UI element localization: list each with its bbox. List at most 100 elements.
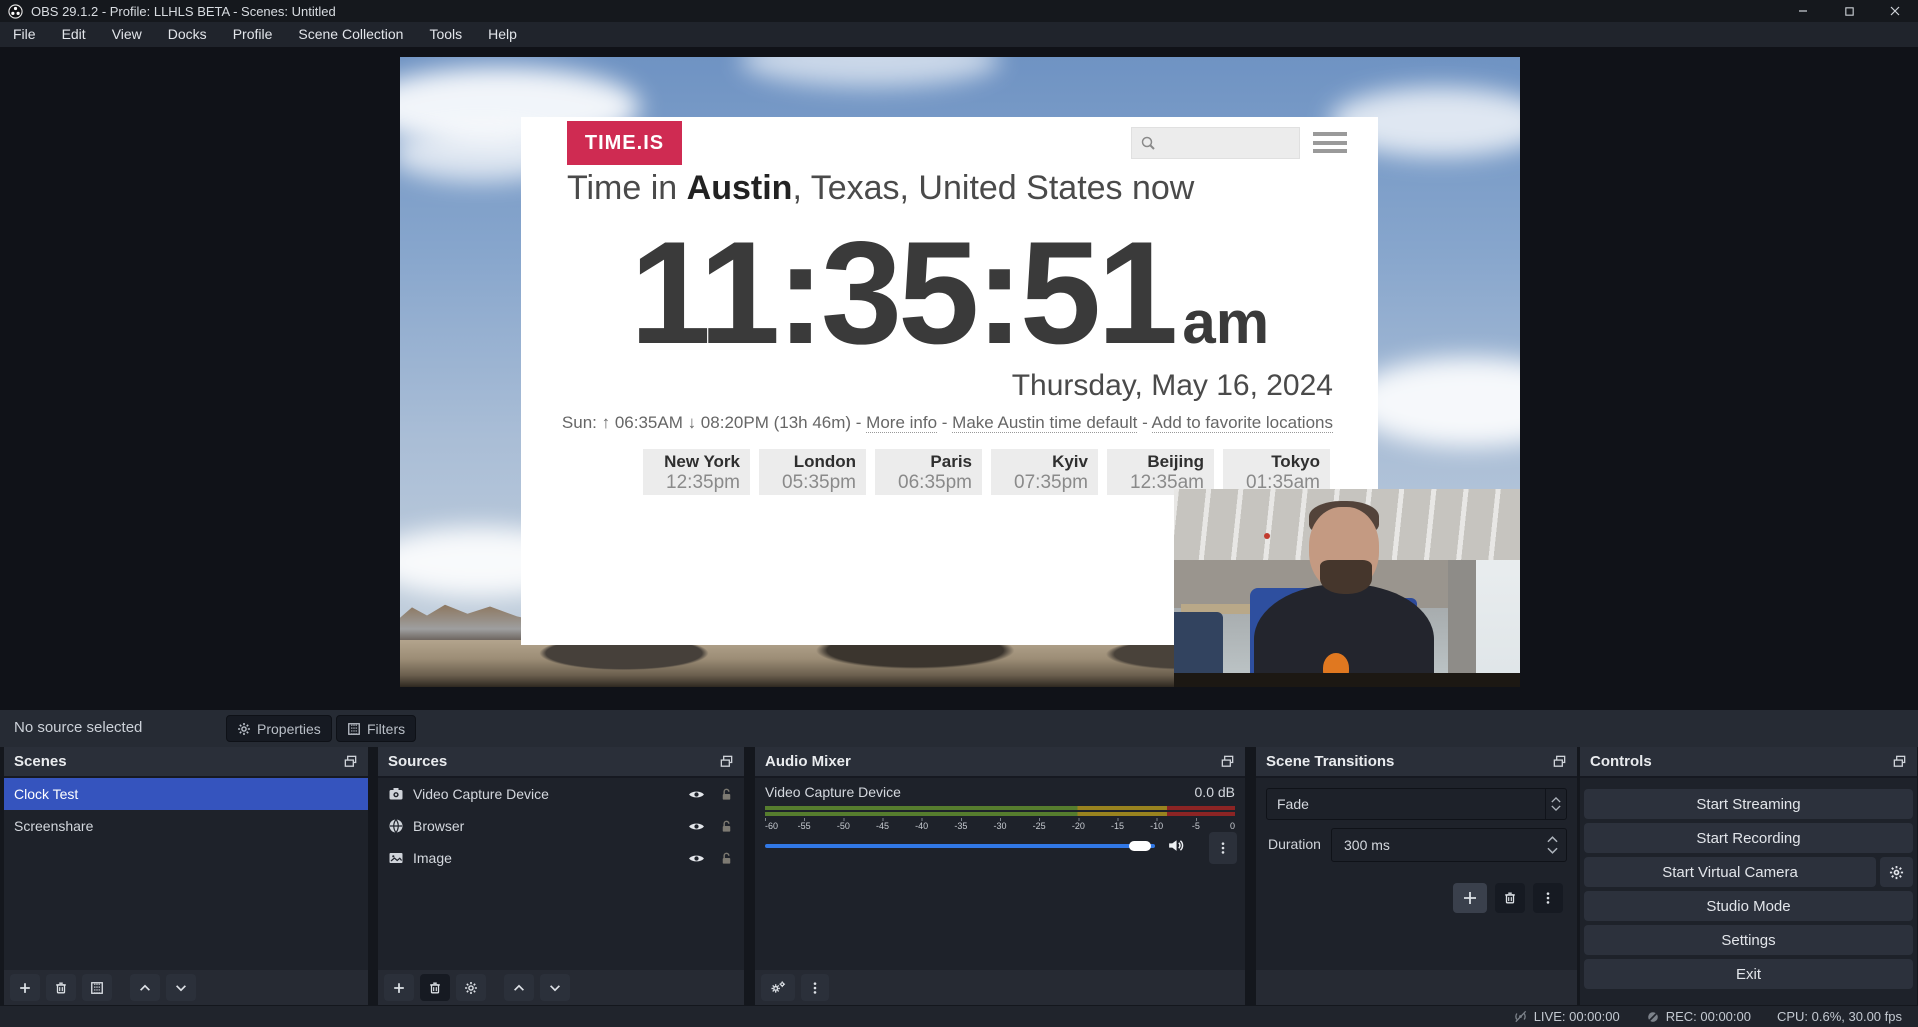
settings-button[interactable]: Settings — [1584, 925, 1913, 955]
menu-edit[interactable]: Edit — [49, 22, 99, 47]
lock-icon[interactable] — [719, 787, 734, 802]
scene-down-button[interactable] — [166, 974, 196, 1001]
scene-up-button[interactable] — [130, 974, 160, 1001]
audio-mixer-title: Audio Mixer — [765, 753, 851, 770]
transition-select[interactable]: Fade — [1266, 788, 1567, 820]
eye-icon[interactable] — [688, 850, 705, 867]
sources-title: Sources — [388, 753, 447, 770]
image-icon — [388, 850, 404, 866]
sun-info: Sun: ↑ 06:35AM ↓ 08:20PM (13h 46m) - Mor… — [562, 413, 1333, 433]
source-toolbar: No source selected Properties Filters — [0, 710, 1918, 747]
scene-filters-button[interactable] — [82, 974, 112, 1001]
world-clock-new-york[interactable]: New York12:35pm — [643, 449, 750, 495]
video-canvas[interactable]: TIME.IS Time in Austin, Texas, United St… — [400, 57, 1520, 687]
menu-file[interactable]: File — [0, 22, 49, 47]
remove-source-button[interactable] — [420, 974, 450, 1001]
speaker-icon[interactable] — [1167, 837, 1184, 854]
dots-icon — [1216, 841, 1230, 855]
add-transition-button[interactable] — [1453, 883, 1487, 913]
source-item-image[interactable]: Image — [378, 842, 744, 874]
start-virtual-camera-button[interactable]: Start Virtual Camera — [1584, 857, 1876, 887]
eye-icon[interactable] — [688, 786, 705, 803]
more-info-link[interactable]: More info — [866, 413, 937, 433]
menu-profile[interactable]: Profile — [220, 22, 286, 47]
source-item-video-capture[interactable]: Video Capture Device — [378, 778, 744, 810]
start-recording-button[interactable]: Start Recording — [1584, 823, 1913, 853]
filter-icon — [347, 722, 361, 736]
exit-button[interactable]: Exit — [1584, 959, 1913, 989]
meter-tick-labels: -60 -55 -50 -45 -40 -35 -30 -25 -20 -15 … — [765, 821, 1235, 831]
scene-item-clock-test[interactable]: Clock Test — [4, 778, 368, 810]
virtual-camera-settings-button[interactable] — [1880, 857, 1913, 887]
preview-area[interactable]: TIME.IS Time in Austin, Texas, United St… — [0, 47, 1918, 710]
scene-transitions-panel: Scene Transitions Fade Duration 300 ms — [1256, 747, 1577, 1005]
transition-options-button[interactable] — [1533, 883, 1563, 913]
plus-icon — [392, 981, 406, 995]
world-clock-kyiv[interactable]: Kyiv07:35pm — [991, 449, 1098, 495]
volume-slider[interactable] — [765, 844, 1155, 848]
menu-help[interactable]: Help — [475, 22, 530, 47]
plus-icon — [1462, 890, 1478, 906]
popout-icon[interactable] — [719, 754, 734, 769]
docks-area: Scenes Clock Test Screenshare Sources Vi… — [0, 747, 1918, 1005]
minimize-icon — [1797, 5, 1809, 17]
filters-button[interactable]: Filters — [336, 715, 416, 742]
close-button[interactable] — [1872, 0, 1918, 22]
popout-icon[interactable] — [343, 754, 358, 769]
source-properties-button[interactable] — [456, 974, 486, 1001]
lock-icon[interactable] — [719, 851, 734, 866]
start-streaming-button[interactable]: Start Streaming — [1584, 789, 1913, 819]
popout-icon[interactable] — [1892, 754, 1907, 769]
mixer-options-button[interactable] — [801, 974, 829, 1001]
chevron-up-icon — [138, 981, 152, 995]
spinner-chevrons[interactable] — [1547, 836, 1566, 854]
world-clock-paris[interactable]: Paris06:35pm — [875, 449, 982, 495]
audio-level-db: 0.0 dB — [1195, 784, 1235, 800]
search-box[interactable] — [1131, 127, 1300, 159]
duration-value: 300 ms — [1332, 837, 1547, 853]
scenes-title: Scenes — [14, 753, 67, 770]
trash-icon — [54, 981, 68, 995]
world-clock-london[interactable]: London05:35pm — [759, 449, 866, 495]
remove-scene-button[interactable] — [46, 974, 76, 1001]
make-default-link[interactable]: Make Austin time default — [952, 413, 1137, 433]
obs-logo-icon — [8, 4, 23, 19]
source-up-button[interactable] — [504, 974, 534, 1001]
popout-icon[interactable] — [1220, 754, 1235, 769]
chevron-up-icon — [1551, 797, 1561, 803]
menu-view[interactable]: View — [99, 22, 155, 47]
add-favorite-link[interactable]: Add to favorite locations — [1152, 413, 1333, 433]
duration-label: Duration — [1268, 836, 1321, 852]
properties-button[interactable]: Properties — [226, 715, 332, 742]
audio-options-button[interactable] — [1209, 832, 1237, 864]
filter-icon — [90, 981, 104, 995]
eye-icon[interactable] — [688, 818, 705, 835]
advanced-audio-button[interactable] — [761, 974, 795, 1001]
timeis-logo[interactable]: TIME.IS — [567, 121, 682, 165]
menu-docks[interactable]: Docks — [155, 22, 220, 47]
maximize-button[interactable] — [1826, 0, 1872, 22]
window-title: OBS 29.1.2 - Profile: LLHLS BETA - Scene… — [31, 4, 336, 19]
add-source-button[interactable] — [384, 974, 414, 1001]
add-scene-button[interactable] — [10, 974, 40, 1001]
volume-slider-handle[interactable] — [1129, 841, 1151, 851]
lock-icon[interactable] — [719, 819, 734, 834]
menu-tools[interactable]: Tools — [416, 22, 475, 47]
live-status: LIVE: 00:00:00 — [1513, 1009, 1620, 1024]
plus-icon — [18, 981, 32, 995]
controls-title: Controls — [1590, 753, 1652, 770]
menu-scene-collection[interactable]: Scene Collection — [285, 22, 416, 47]
gear-icon — [464, 981, 478, 995]
popout-icon[interactable] — [1552, 754, 1567, 769]
remove-transition-button[interactable] — [1495, 883, 1525, 913]
scene-item-screenshare[interactable]: Screenshare — [4, 810, 368, 842]
minimize-button[interactable] — [1780, 0, 1826, 22]
hamburger-icon[interactable] — [1313, 132, 1347, 153]
duration-spinner[interactable]: 300 ms — [1331, 828, 1567, 862]
gear-icon — [1889, 865, 1904, 880]
audio-meter — [765, 812, 1235, 816]
source-down-button[interactable] — [540, 974, 570, 1001]
source-item-browser[interactable]: Browser — [378, 810, 744, 842]
studio-mode-button[interactable]: Studio Mode — [1584, 891, 1913, 921]
audio-mixer-panel: Audio Mixer Video Capture Device 0.0 dB … — [755, 747, 1245, 1005]
